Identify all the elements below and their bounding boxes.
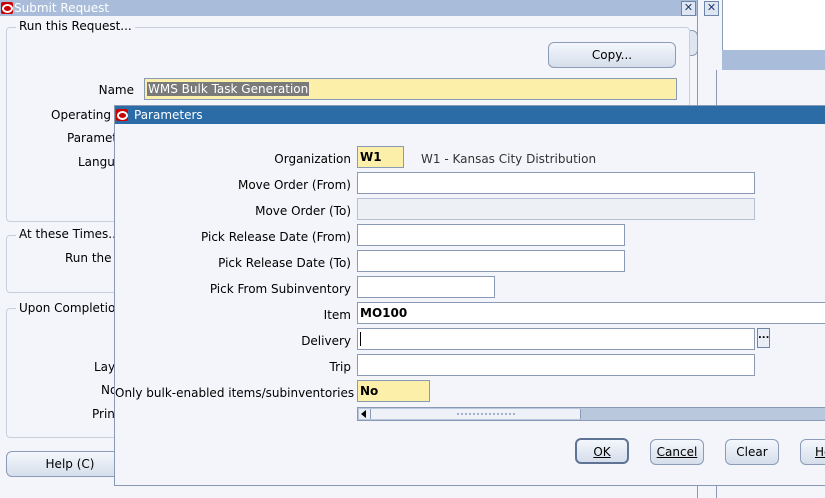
oracle-logo-icon <box>116 109 128 121</box>
item-field[interactable]: MO100 <box>357 302 825 324</box>
horizontal-scrollbar[interactable] <box>357 407 825 421</box>
trip-label: Trip <box>329 360 351 374</box>
scroll-thumb[interactable] <box>371 409 581 419</box>
delivery-label: Delivery <box>301 334 351 348</box>
background-header-strip <box>722 50 825 70</box>
move-order-from-field[interactable] <box>357 172 755 194</box>
pick-release-to-label: Pick Release Date (To) <box>218 256 351 270</box>
item-label: Item <box>323 308 351 322</box>
pick-release-from-label: Pick Release Date (From) <box>201 230 351 244</box>
organization-field[interactable]: W1 <box>357 146 404 168</box>
cancel-button[interactable]: Cancel <box>650 439 704 465</box>
parameters-title: Parameters <box>134 108 203 122</box>
submit-request-close-icon[interactable]: ✕ <box>681 1 696 16</box>
layout-label: Lay <box>94 360 116 374</box>
run-request-group-label: Run this Request... <box>16 19 135 33</box>
print-label: Prin <box>92 407 115 421</box>
move-order-to-label: Move Order (To) <box>255 204 351 218</box>
delivery-field[interactable] <box>357 328 755 350</box>
bulk-enabled-field[interactable]: No <box>357 380 430 402</box>
copy-button-edge <box>690 30 698 56</box>
organization-description: W1 - Kansas City Distribution <box>421 152 597 166</box>
pick-release-from-field[interactable] <box>357 224 625 246</box>
language-label: Langu <box>78 155 115 169</box>
trip-field[interactable] <box>357 354 755 376</box>
submit-request-titlebar: Submit Request ✕ <box>0 0 697 16</box>
scroll-left-arrow-icon[interactable] <box>359 409 371 419</box>
submit-request-title: Submit Request <box>14 1 110 15</box>
name-label: Name <box>98 83 134 97</box>
run-the-label: Run the <box>65 251 112 265</box>
name-field[interactable]: WMS Bulk Task Generation <box>144 78 677 100</box>
pick-subinventory-field[interactable] <box>357 276 495 298</box>
name-field-value: WMS Bulk Task Generation <box>147 82 310 96</box>
clear-button[interactable]: Clear <box>725 439 779 465</box>
completion-group-label: Upon Completion <box>16 301 126 315</box>
background-close-icon[interactable]: ✕ <box>704 1 719 16</box>
oracle-logo-icon <box>1 2 13 14</box>
help-button-partial[interactable]: He <box>800 439 825 465</box>
organization-label: Organization <box>274 152 351 166</box>
parameters-titlebar: Parameters <box>115 106 825 124</box>
text-cursor <box>360 332 361 346</box>
delivery-lov-button[interactable]: ... <box>757 328 770 348</box>
move-order-from-label: Move Order (From) <box>237 178 351 192</box>
pick-subinventory-label: Pick From Subinventory <box>209 282 351 296</box>
copy-button[interactable]: Copy... <box>548 42 676 68</box>
parameters-window: Parameters Organization W1 W1 - Kansas C… <box>114 105 825 486</box>
move-order-to-field[interactable] <box>357 198 755 220</box>
bulk-enabled-label: Only bulk-enabled items/subinventories <box>115 386 355 400</box>
ok-button[interactable]: OK <box>575 438 629 464</box>
times-group-label: At these Times... <box>16 227 123 241</box>
pick-release-to-field[interactable] <box>357 250 625 272</box>
